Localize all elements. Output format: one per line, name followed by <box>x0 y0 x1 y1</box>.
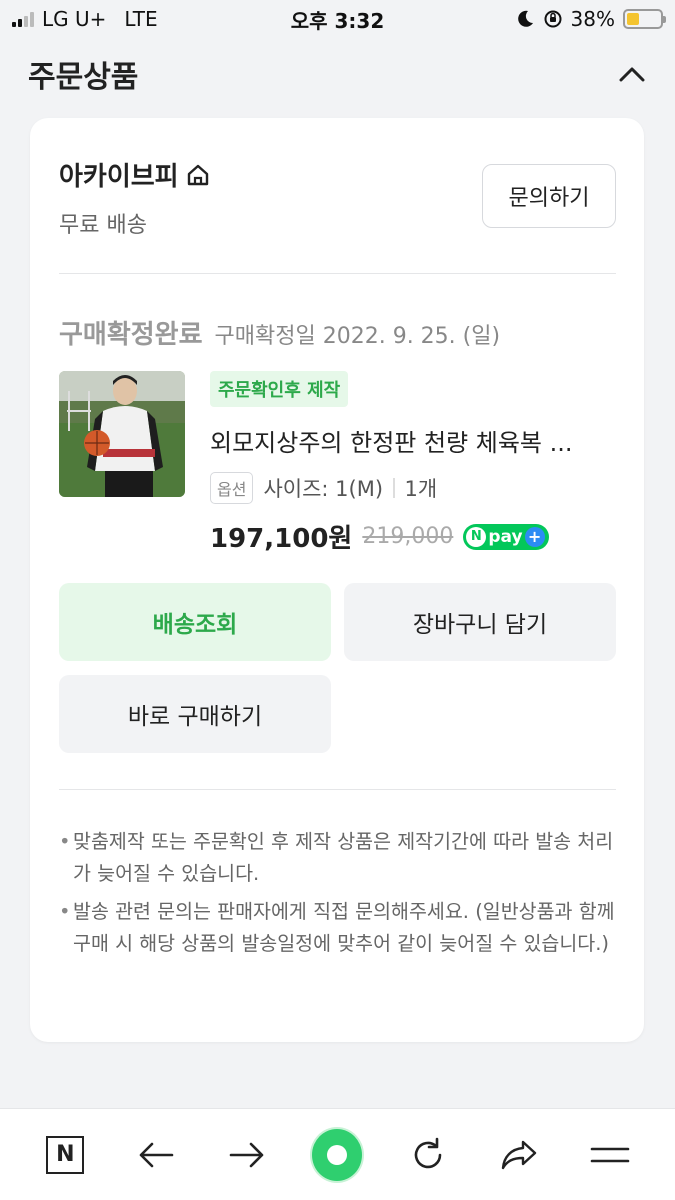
signal-icon <box>12 11 34 27</box>
moon-icon <box>517 10 533 27</box>
note-item: 맞춤제작 또는 주문확인 후 제작 상품은 제작기간에 따라 발송 처리가 늦어… <box>59 826 618 890</box>
status-left: LG U+ LTE <box>12 7 158 31</box>
note-item: 발송 관련 문의는 판매자에게 직접 문의해주세요. (일반상품과 함께 구매 … <box>59 896 618 960</box>
original-price: 219,000 <box>362 524 454 549</box>
naver-home-button[interactable]: N <box>40 1130 90 1180</box>
npay-label: pay <box>488 526 523 547</box>
order-card: 아카이브피 무료 배송 문의하기 구매확정완료 구매확정일 2022. 9. 2… <box>30 118 644 1042</box>
divider <box>59 273 616 274</box>
arrow-left-icon <box>139 1142 174 1167</box>
product-name[interactable]: 외모지상주의 한정판 천량 체육복 ... <box>210 423 610 458</box>
green-dot-icon <box>312 1128 363 1181</box>
separator <box>393 478 395 498</box>
order-status: 구매확정완료 <box>59 320 203 350</box>
quantity: 1개 <box>404 477 438 501</box>
price: 197,100원 <box>210 524 353 554</box>
network-label: LTE <box>124 7 158 31</box>
store-row: 아카이브피 무료 배송 문의하기 <box>59 156 616 238</box>
notes: 맞춤제작 또는 주문확인 후 제작 상품은 제작기간에 따라 발송 처리가 늦어… <box>59 826 618 966</box>
share-button[interactable] <box>494 1130 544 1180</box>
store-name: 아카이브피 <box>59 162 179 192</box>
menu-button[interactable] <box>585 1130 635 1180</box>
order-status-line: 구매확정완료 구매확정일 2022. 9. 25. (일) <box>59 314 500 351</box>
home-icon <box>187 164 208 185</box>
option-row: 옵션 사이즈: 1(M) 1개 <box>210 472 624 504</box>
plus-icon: + <box>524 526 545 547</box>
product-thumbnail[interactable] <box>59 371 185 497</box>
price-row: 197,100원 219,000 N pay + <box>210 518 624 555</box>
green-dot-button[interactable] <box>312 1128 363 1181</box>
share-icon <box>501 1140 537 1169</box>
arrow-right-icon <box>229 1142 264 1167</box>
forward-button[interactable] <box>222 1130 272 1180</box>
status-right: 38% <box>515 7 666 31</box>
option-value: 사이즈: 1(M) <box>263 477 384 501</box>
npay-badge: N pay + <box>463 523 549 550</box>
divider <box>59 789 616 790</box>
product-info: 주문확인후 제작 외모지상주의 한정판 천량 체육복 ... 옵션 사이즈: 1… <box>210 371 624 555</box>
menu-icon <box>590 1147 629 1162</box>
made-to-order-badge: 주문확인후 제작 <box>210 371 349 407</box>
track-delivery-button[interactable]: 배송조회 <box>59 583 331 661</box>
buy-now-button[interactable]: 바로 구매하기 <box>59 675 331 753</box>
naver-n-icon: N <box>46 1135 85 1174</box>
battery-icon <box>623 9 666 29</box>
confirm-date: 구매확정일 2022. 9. 25. (일) <box>214 324 501 349</box>
battery-percent: 38% <box>570 7 615 31</box>
browser-toolbar: N <box>0 1108 675 1200</box>
npay-n-icon: N <box>466 526 487 547</box>
order-products-header[interactable]: 주문상품 <box>0 40 675 108</box>
back-button[interactable] <box>131 1130 181 1180</box>
rotation-lock-icon <box>544 10 562 28</box>
chevron-up-icon[interactable] <box>617 59 647 89</box>
carrier-label: LG U+ <box>42 7 107 31</box>
section-title: 주문상품 <box>28 60 139 95</box>
refresh-button[interactable] <box>403 1130 453 1180</box>
add-to-cart-button[interactable]: 장바구니 담기 <box>344 583 616 661</box>
inquiry-button[interactable]: 문의하기 <box>482 164 616 228</box>
status-bar: LG U+ LTE 오후 3:32 38% <box>0 0 675 38</box>
option-tag: 옵션 <box>210 472 254 504</box>
refresh-icon <box>414 1137 442 1168</box>
